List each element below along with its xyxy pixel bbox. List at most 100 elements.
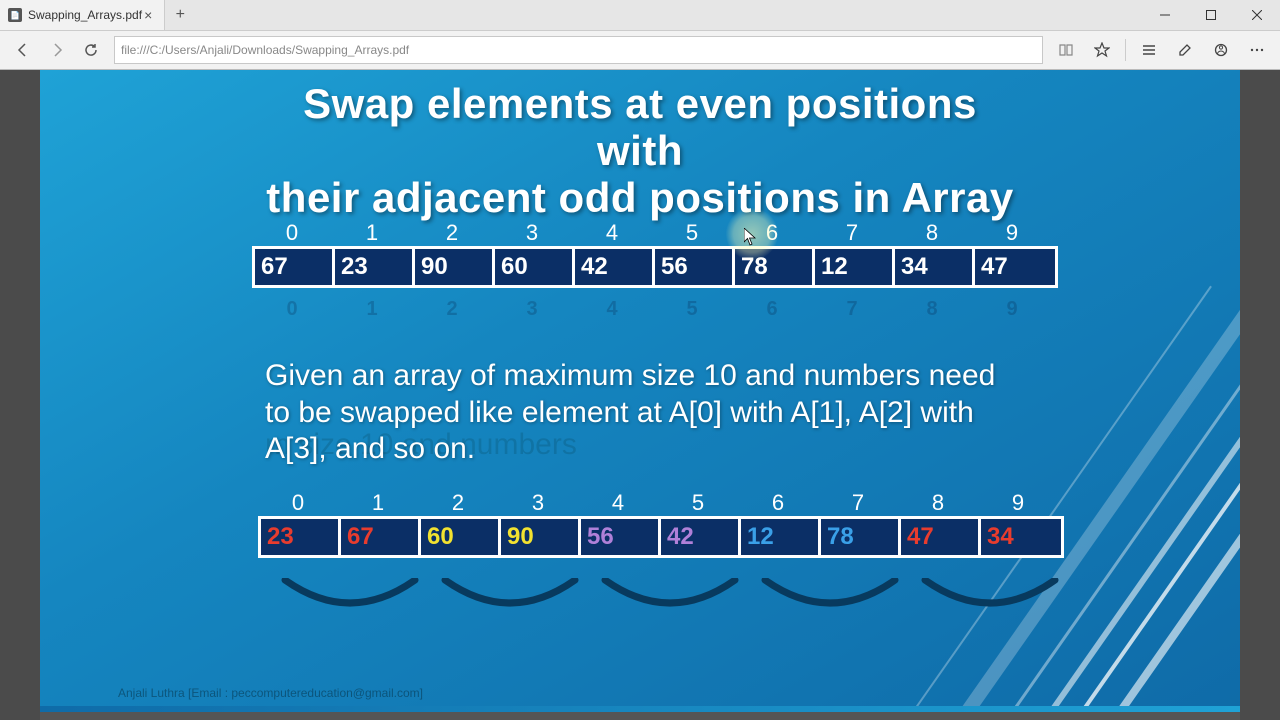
reading-view-icon [1058, 42, 1074, 58]
array-cell: 42 [661, 519, 741, 555]
favorite-button[interactable] [1085, 33, 1119, 67]
maximize-icon [1206, 10, 1216, 20]
viewer-side-right [1240, 70, 1280, 720]
swap-arc [590, 580, 750, 614]
array-cell: 60 [495, 249, 575, 285]
back-icon [15, 42, 31, 58]
array-index: 5 [652, 220, 732, 246]
index-reflection-item: 7 [812, 298, 892, 321]
array-cell: 90 [415, 249, 495, 285]
page-bottom-strip [40, 706, 1240, 712]
browser-toolbar: file:///C:/Users/Anjali/Downloads/Swappi… [0, 30, 1280, 70]
tab-strip: 📄 Swapping_Arrays.pdf × + [0, 0, 195, 30]
share-icon [1213, 42, 1229, 58]
index-reflection: 0123456789 [252, 298, 1052, 321]
reading-view-button[interactable] [1049, 33, 1083, 67]
decor-streak [1034, 285, 1240, 712]
array-cell: 67 [255, 249, 335, 285]
array-index: 0 [258, 490, 338, 516]
array-cell: 78 [821, 519, 901, 555]
array-index: 8 [898, 490, 978, 516]
minimize-button[interactable] [1142, 0, 1188, 30]
refresh-icon [83, 42, 99, 58]
pdf-page: Swap elements at even positions with the… [40, 70, 1240, 712]
refresh-button[interactable] [74, 33, 108, 67]
swap-arcs [270, 580, 1070, 614]
maximize-button[interactable] [1188, 0, 1234, 30]
share-button[interactable] [1204, 33, 1238, 67]
array-cell: 67 [341, 519, 421, 555]
array-before-block: 0123456789 67239060425678123447 [252, 220, 1058, 288]
swap-arc [430, 580, 590, 614]
array-before-cells: 67239060425678123447 [252, 246, 1058, 288]
index-reflection-item: 6 [732, 298, 812, 321]
index-reflection-item: 0 [252, 298, 332, 321]
array-cell: 23 [261, 519, 341, 555]
array-index: 4 [572, 220, 652, 246]
minimize-icon [1160, 10, 1170, 20]
footer-credit: Anjali Luthra [Email : peccomputereducat… [118, 686, 423, 700]
tab-title: Swapping_Arrays.pdf [28, 8, 142, 22]
index-reflection-item: 1 [332, 298, 412, 321]
toolbar-right [1049, 33, 1274, 67]
array-after-cells: 23676090564212784734 [258, 516, 1064, 558]
address-bar[interactable]: file:///C:/Users/Anjali/Downloads/Swappi… [114, 36, 1043, 64]
forward-icon [49, 42, 65, 58]
array-index: 9 [972, 220, 1052, 246]
index-reflection-item: 3 [492, 298, 572, 321]
swap-arc [910, 580, 1070, 614]
array-cell: 56 [581, 519, 661, 555]
array-index: 0 [252, 220, 332, 246]
array-index: 4 [578, 490, 658, 516]
back-button[interactable] [6, 33, 40, 67]
slide-title: Swap elements at even positions with the… [260, 80, 1020, 221]
index-reflection-item: 5 [652, 298, 732, 321]
tab-close-button[interactable]: × [142, 7, 154, 23]
array-index: 1 [332, 220, 412, 246]
array-index: 5 [658, 490, 738, 516]
viewer-side-left [0, 70, 40, 720]
swap-arc [750, 580, 910, 614]
web-notes-button[interactable] [1168, 33, 1202, 67]
swap-arc [270, 580, 430, 614]
new-tab-button[interactable]: + [165, 0, 195, 30]
hub-icon [1141, 42, 1157, 58]
pdf-favicon-icon: 📄 [8, 8, 22, 22]
array-cell: 34 [981, 519, 1061, 555]
web-notes-icon [1177, 42, 1193, 58]
array-cell: 47 [975, 249, 1055, 285]
window-controls [1142, 0, 1280, 30]
index-row-before: 0123456789 [252, 220, 1058, 246]
array-index: 2 [412, 220, 492, 246]
forward-button[interactable] [40, 33, 74, 67]
array-cell: 12 [741, 519, 821, 555]
array-index: 6 [732, 220, 812, 246]
array-index: 6 [738, 490, 818, 516]
hub-button[interactable] [1132, 33, 1166, 67]
close-window-button[interactable] [1234, 0, 1280, 30]
close-icon [1252, 10, 1262, 20]
array-index: 7 [812, 220, 892, 246]
array-cell: 90 [501, 519, 581, 555]
index-reflection-item: 2 [412, 298, 492, 321]
pdf-viewport[interactable]: Swap elements at even positions with the… [0, 70, 1280, 720]
index-reflection-item: 9 [972, 298, 1052, 321]
title-line-1: Swap elements at even positions with [303, 80, 977, 174]
body-paragraph: Given an array of maximum size 10 and nu… [265, 358, 1025, 468]
favorite-icon [1094, 42, 1110, 58]
array-index: 2 [418, 490, 498, 516]
array-index: 3 [492, 220, 572, 246]
array-index: 7 [818, 490, 898, 516]
array-index: 3 [498, 490, 578, 516]
browser-tab[interactable]: 📄 Swapping_Arrays.pdf × [0, 0, 165, 30]
title-line-2: their adjacent odd positions in Array [266, 174, 1013, 221]
more-button[interactable] [1240, 33, 1274, 67]
more-icon [1249, 42, 1265, 58]
toolbar-divider [1125, 39, 1126, 61]
array-index: 9 [978, 490, 1058, 516]
array-cell: 47 [901, 519, 981, 555]
index-reflection-item: 4 [572, 298, 652, 321]
array-index: 8 [892, 220, 972, 246]
array-after-block: 0123456789 23676090564212784734 [258, 490, 1064, 558]
index-row-after: 0123456789 [258, 490, 1064, 516]
